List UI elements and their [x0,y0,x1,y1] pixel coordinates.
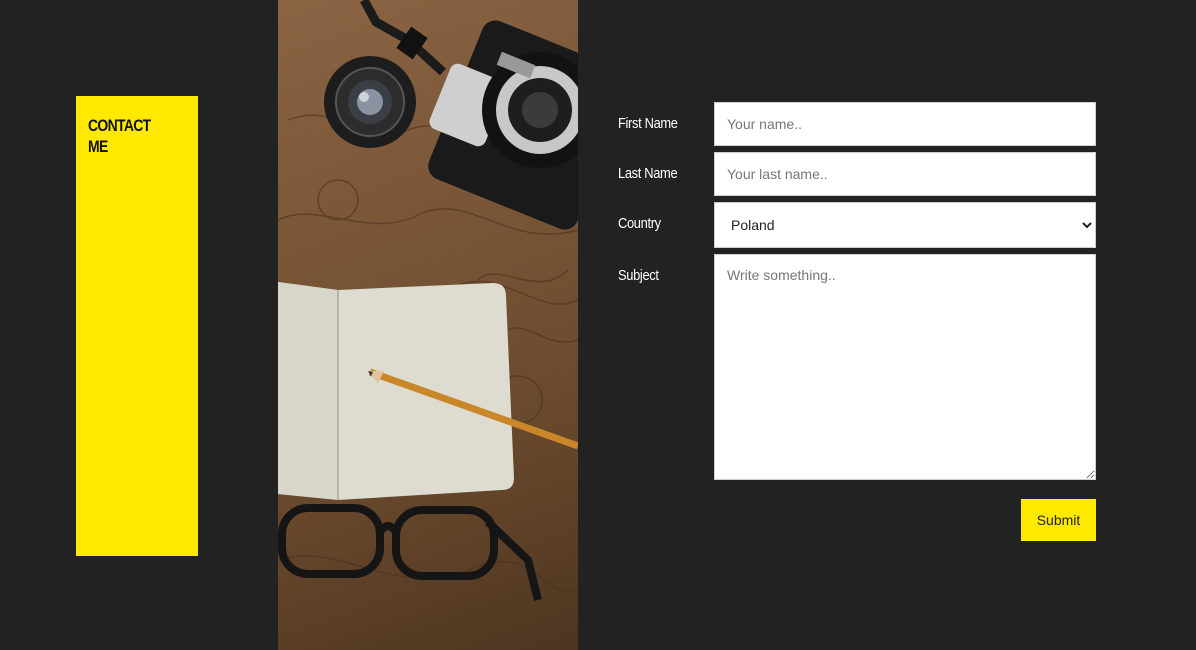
title-line-1: CONTACT [88,116,151,135]
notebook-icon [278,282,514,500]
page-title: CONTACT ME [88,115,151,157]
last-name-field[interactable] [714,152,1096,196]
camera-body-icon [428,20,578,230]
photo-illustration [278,0,578,601]
contact-title-block: CONTACT ME [76,96,198,556]
first-name-label: First Name [618,115,678,132]
subject-textarea[interactable] [714,254,1096,480]
first-name-field[interactable] [714,102,1096,146]
camera-lens-icon [324,56,416,148]
country-label: Country [618,215,661,232]
submit-button[interactable]: Submit [1021,499,1096,541]
contact-photo [278,0,578,650]
country-select[interactable]: Poland [714,202,1096,248]
subject-label: Subject [618,267,659,284]
glasses-icon [278,504,542,601]
title-line-2: ME [88,137,108,156]
contact-page: CONTACT ME First Name Your name.. Last N… [0,0,1196,650]
last-name-label: Last Name [618,165,678,182]
